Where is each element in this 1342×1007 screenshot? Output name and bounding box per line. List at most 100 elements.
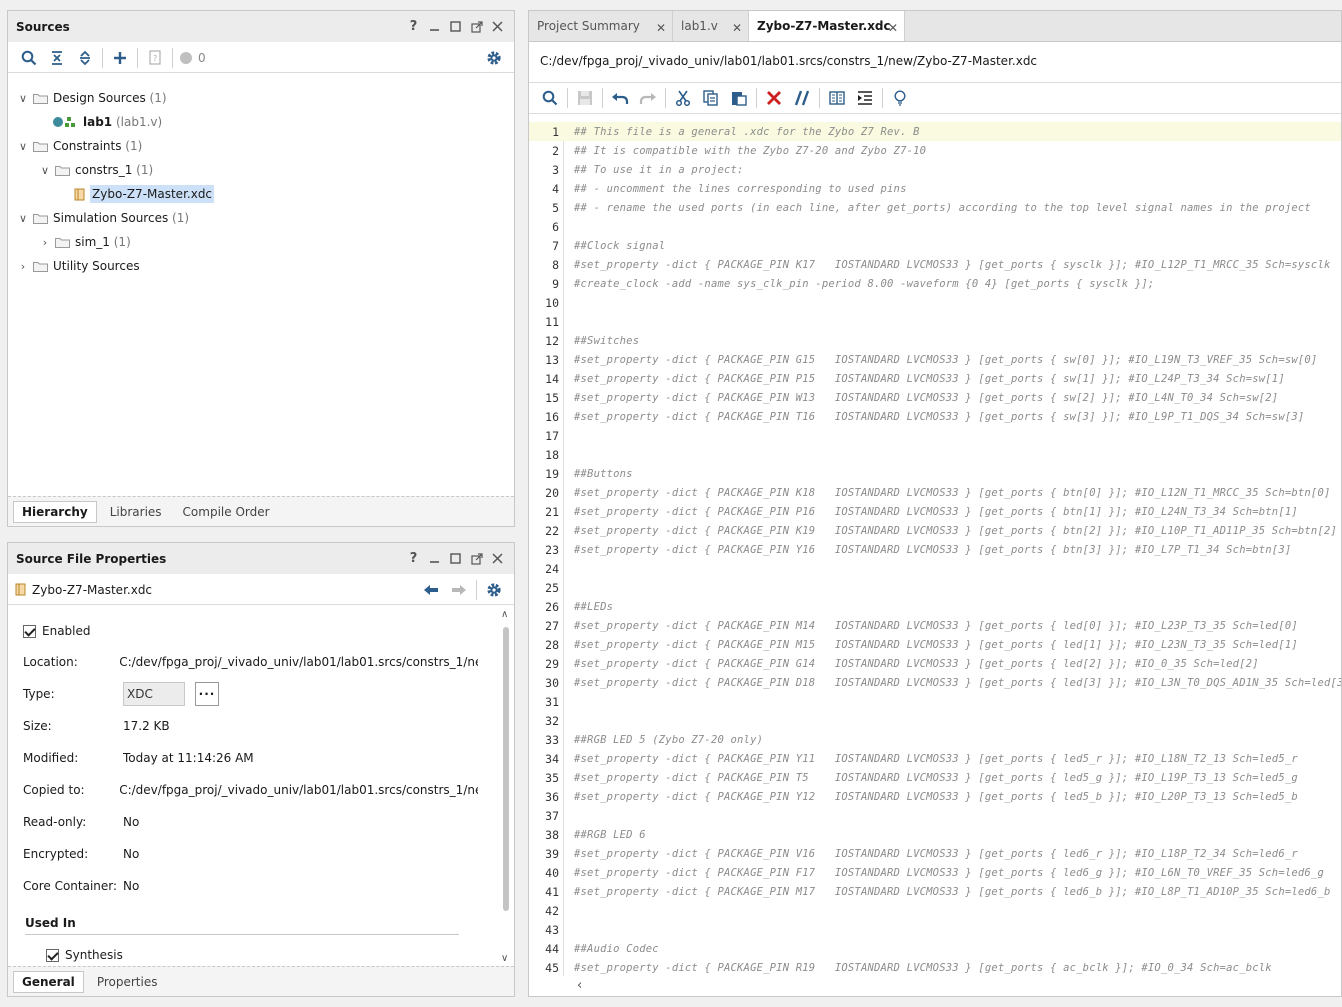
horizontal-scrollbar[interactable]: ‹ xyxy=(529,978,1341,996)
code-line[interactable]: 21 #set_property -dict { PACKAGE_PIN P16 … xyxy=(529,502,1341,521)
maximize-icon[interactable] xyxy=(447,18,464,35)
code-line[interactable]: 8 #set_property -dict { PACKAGE_PIN K17 I… xyxy=(529,255,1341,274)
save-icon[interactable] xyxy=(571,86,599,110)
code-line[interactable]: 27 #set_property -dict { PACKAGE_PIN M14 … xyxy=(529,616,1341,635)
expand-all-icon[interactable] xyxy=(71,46,99,70)
chevron-right-icon[interactable]: › xyxy=(38,236,52,249)
tab-zybo-xdc[interactable]: Zybo-Z7-Master.xdc ✕ xyxy=(749,11,905,41)
code-line[interactable]: 9 #create_clock -add -name sys_clk_pin -p… xyxy=(529,274,1341,293)
add-icon[interactable] xyxy=(106,46,134,70)
tree-row-constraints[interactable]: ∨ Constraints (1) xyxy=(16,135,142,157)
code-line[interactable]: 43 xyxy=(529,920,1341,939)
code-line[interactable]: 1 ## This file is a general .xdc for the … xyxy=(529,122,1341,141)
delete-icon[interactable] xyxy=(760,86,788,110)
scroll-down-icon[interactable]: ∨ xyxy=(501,953,508,964)
back-arrow-icon[interactable] xyxy=(417,578,445,602)
code-line[interactable]: 29 #set_property -dict { PACKAGE_PIN G14 … xyxy=(529,654,1341,673)
tab-compile-order[interactable]: Compile Order xyxy=(175,502,278,522)
maximize-icon[interactable] xyxy=(447,550,464,567)
help-icon[interactable]: ? xyxy=(405,18,422,35)
properties-scrollbar[interactable]: ∧ ∨ xyxy=(500,609,512,964)
code-line[interactable]: 37 xyxy=(529,806,1341,825)
float-icon[interactable] xyxy=(468,550,485,567)
tree-row-sim-1[interactable]: › sim_1 (1) xyxy=(38,231,131,253)
code-line[interactable]: 17 xyxy=(529,426,1341,445)
close-icon[interactable]: ✕ xyxy=(656,21,666,35)
code-line[interactable]: 19 ##Buttons xyxy=(529,464,1341,483)
chevron-right-icon[interactable]: › xyxy=(16,260,30,273)
code-line[interactable]: 14 #set_property -dict { PACKAGE_PIN P15 … xyxy=(529,369,1341,388)
enabled-checkbox[interactable] xyxy=(23,624,36,638)
gear-icon[interactable] xyxy=(480,46,508,70)
code-line[interactable]: 33 ##RGB LED 5 (Zybo Z7-20 only) xyxy=(529,730,1341,749)
code-line[interactable]: 2 ## It is compatible with the Zybo Z7-20… xyxy=(529,141,1341,160)
chevron-down-icon[interactable]: ∨ xyxy=(16,140,30,153)
code-line[interactable]: 28 #set_property -dict { PACKAGE_PIN M15 … xyxy=(529,635,1341,654)
paste-icon[interactable] xyxy=(725,86,753,110)
code-editor[interactable]: 1 ## This file is a general .xdc for the … xyxy=(529,122,1341,976)
code-line[interactable]: 22 #set_property -dict { PACKAGE_PIN K19 … xyxy=(529,521,1341,540)
type-field[interactable]: XDC xyxy=(123,682,185,706)
code-line[interactable]: 31 xyxy=(529,692,1341,711)
forward-arrow-icon[interactable] xyxy=(445,578,473,602)
close-icon[interactable]: ✕ xyxy=(732,21,742,35)
code-line[interactable]: 20 #set_property -dict { PACKAGE_PIN K18 … xyxy=(529,483,1341,502)
code-line[interactable]: 25 xyxy=(529,578,1341,597)
copy-icon[interactable] xyxy=(697,86,725,110)
minimize-icon[interactable] xyxy=(426,18,443,35)
code-line[interactable]: 26 ##LEDs xyxy=(529,597,1341,616)
code-line[interactable]: 35 #set_property -dict { PACKAGE_PIN T5 I… xyxy=(529,768,1341,787)
code-line[interactable]: 39 #set_property -dict { PACKAGE_PIN V16 … xyxy=(529,844,1341,863)
minimize-icon[interactable] xyxy=(426,550,443,567)
split-view-icon[interactable] xyxy=(823,86,851,110)
tab-lab1-v[interactable]: lab1.v ✕ xyxy=(673,11,749,41)
code-line[interactable]: 6 xyxy=(529,217,1341,236)
tree-row-xdc-file[interactable]: Zybo-Z7-Master.xdc xyxy=(74,183,215,205)
tree-row-utility-sources[interactable]: › Utility Sources xyxy=(16,255,140,277)
scroll-left-icon[interactable]: ‹ xyxy=(577,978,582,993)
code-line[interactable]: 5 ## - rename the used ports (in each lin… xyxy=(529,198,1341,217)
comment-toggle-icon[interactable] xyxy=(788,86,816,110)
tab-general[interactable]: General xyxy=(13,970,84,993)
type-browse-button[interactable]: ··· xyxy=(195,682,219,706)
code-line[interactable]: 34 #set_property -dict { PACKAGE_PIN Y11 … xyxy=(529,749,1341,768)
code-line[interactable]: 24 xyxy=(529,559,1341,578)
code-line[interactable]: 18 xyxy=(529,445,1341,464)
close-icon[interactable]: ✕ xyxy=(888,21,898,35)
float-icon[interactable] xyxy=(468,18,485,35)
close-icon[interactable] xyxy=(489,550,506,567)
code-line[interactable]: 13 #set_property -dict { PACKAGE_PIN G15 … xyxy=(529,350,1341,369)
chevron-down-icon[interactable]: ∨ xyxy=(38,164,52,177)
lightbulb-icon[interactable] xyxy=(886,86,914,110)
code-line[interactable]: 16 #set_property -dict { PACKAGE_PIN T16 … xyxy=(529,407,1341,426)
search-icon[interactable] xyxy=(536,86,564,110)
code-line[interactable]: 42 xyxy=(529,901,1341,920)
code-line[interactable]: 23 #set_property -dict { PACKAGE_PIN Y16 … xyxy=(529,540,1341,559)
gear-icon[interactable] xyxy=(480,578,508,602)
undo-icon[interactable] xyxy=(606,86,634,110)
tree-row-lab1[interactable]: lab1 (lab1.v) xyxy=(52,111,162,133)
redo-icon[interactable] xyxy=(634,86,662,110)
tab-hierarchy[interactable]: Hierarchy xyxy=(13,500,97,523)
unknown-file-icon[interactable]: ? xyxy=(141,46,169,70)
code-line[interactable]: 38 ##RGB LED 6 xyxy=(529,825,1341,844)
collapse-all-icon[interactable] xyxy=(43,46,71,70)
code-line[interactable]: 30 #set_property -dict { PACKAGE_PIN D18 … xyxy=(529,673,1341,692)
code-line[interactable]: 7 ##Clock signal xyxy=(529,236,1341,255)
code-line[interactable]: 40 #set_property -dict { PACKAGE_PIN F17 … xyxy=(529,863,1341,882)
scrollbar-thumb[interactable] xyxy=(503,627,509,911)
code-line[interactable]: 32 xyxy=(529,711,1341,730)
code-line[interactable]: 11 xyxy=(529,312,1341,331)
code-line[interactable]: 45 #set_property -dict { PACKAGE_PIN R19 … xyxy=(529,958,1341,976)
code-line[interactable]: 15 #set_property -dict { PACKAGE_PIN W13 … xyxy=(529,388,1341,407)
code-line[interactable]: 36 #set_property -dict { PACKAGE_PIN Y12 … xyxy=(529,787,1341,806)
code-line[interactable]: 3 ## To use it in a project: xyxy=(529,160,1341,179)
help-icon[interactable]: ? xyxy=(405,550,422,567)
synthesis-checkbox[interactable] xyxy=(46,948,59,962)
code-line[interactable]: 12 ##Switches xyxy=(529,331,1341,350)
code-line[interactable]: 44 ##Audio Codec xyxy=(529,939,1341,958)
code-line[interactable]: 41 #set_property -dict { PACKAGE_PIN M17 … xyxy=(529,882,1341,901)
tab-libraries[interactable]: Libraries xyxy=(102,502,170,522)
close-icon[interactable] xyxy=(489,18,506,35)
chevron-down-icon[interactable]: ∨ xyxy=(16,212,30,225)
